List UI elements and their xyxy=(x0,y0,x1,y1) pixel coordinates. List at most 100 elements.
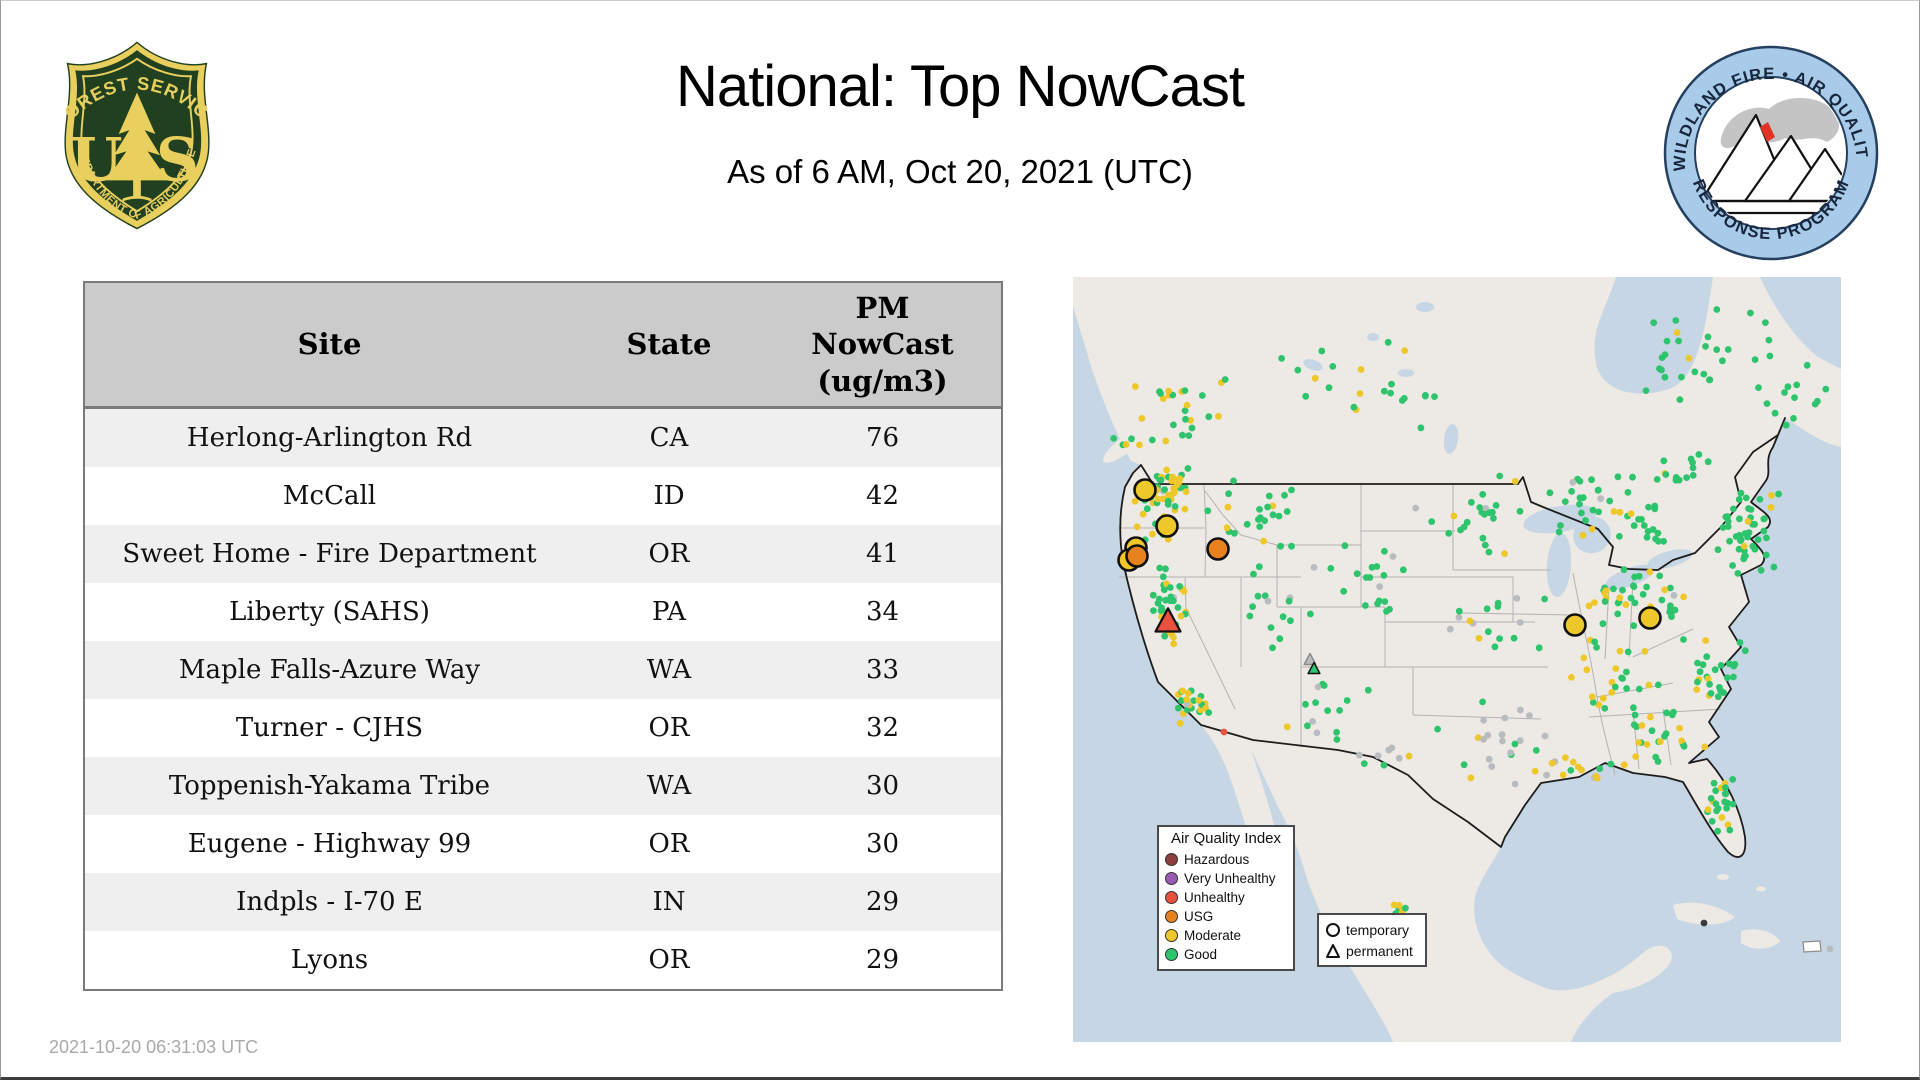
monitor-dot xyxy=(1704,333,1712,341)
state-cell: CA xyxy=(574,407,764,467)
monitor-dot xyxy=(1185,432,1193,439)
aqi-color-dot-icon xyxy=(1165,948,1178,961)
monitor-dot xyxy=(1763,534,1770,542)
monitor-dot xyxy=(1588,525,1596,533)
monitor-dot xyxy=(1176,719,1184,727)
monitor-dot xyxy=(1576,500,1583,508)
monitor-dot xyxy=(1730,673,1737,681)
monitor-dot xyxy=(1510,634,1518,642)
monitor-dot xyxy=(1479,491,1487,498)
monitor-dot xyxy=(1656,572,1664,580)
monitor-dot xyxy=(1775,490,1782,498)
monitor-dot xyxy=(1277,542,1284,550)
monitor-dot xyxy=(1254,592,1262,600)
monitor-dot xyxy=(1782,421,1790,429)
monitor-dot xyxy=(1644,528,1652,535)
monitor-dot xyxy=(1543,771,1550,779)
monitor-dot xyxy=(1166,584,1174,591)
monitor-dot xyxy=(1311,374,1319,382)
monitor-dot xyxy=(1204,507,1212,515)
monitor-dot xyxy=(1629,473,1636,481)
monitor-dot xyxy=(1642,387,1650,394)
monitor-dot xyxy=(1654,529,1662,537)
monitor-dot xyxy=(1467,774,1475,782)
monitor-dot xyxy=(1623,685,1630,692)
monitor-dot xyxy=(1707,795,1715,802)
monitor-dot xyxy=(1249,603,1256,610)
monitor-dot xyxy=(1714,693,1722,701)
monitor-dot xyxy=(1264,597,1272,605)
site-cell: Indpls - I-70 E xyxy=(84,873,574,931)
monitor-dot xyxy=(1702,343,1709,350)
monitor-dot xyxy=(1269,644,1276,652)
monitor-dot xyxy=(1643,533,1651,541)
monitor-dot xyxy=(1507,749,1514,757)
monitor-dot xyxy=(1281,491,1288,499)
monitor-dot xyxy=(1693,686,1701,693)
monitor-dot xyxy=(1156,564,1164,572)
monitor-dot xyxy=(1531,767,1539,775)
monitor-dot xyxy=(1616,533,1623,540)
monitor-dot xyxy=(1283,723,1291,731)
monitor-dot xyxy=(1516,619,1524,626)
monitor-dot xyxy=(1492,502,1500,509)
monitor-dot xyxy=(1174,704,1182,712)
monitor-dot xyxy=(1285,597,1293,605)
monitor-dot xyxy=(1278,355,1285,362)
monitor-dot xyxy=(1341,542,1349,550)
monitor-dot xyxy=(1343,697,1351,704)
monitor-dot xyxy=(1516,507,1524,515)
table-row: Eugene - Highway 99 OR 30 xyxy=(84,815,1002,873)
monitor-dot xyxy=(1640,522,1648,529)
monitor-dot xyxy=(1683,474,1690,481)
monitor-dot xyxy=(1205,413,1213,421)
monitor-dot xyxy=(1643,741,1651,748)
wfaqrp-logo-icon: WILDLAND FIRE • AIR QUALITY RESPONSE PRO… xyxy=(1655,29,1879,261)
monitor-dot xyxy=(1578,509,1585,517)
pm-cell: 41 xyxy=(764,525,1002,583)
monitor-dot xyxy=(1639,591,1647,598)
table-row: Sweet Home - Fire Department OR 41 xyxy=(84,525,1002,583)
monitor-dot xyxy=(1599,694,1607,702)
monitor-dot xyxy=(1264,503,1271,511)
site-cell: Toppenish-Yakama Tribe xyxy=(84,757,574,815)
monitor-dot xyxy=(1576,477,1584,485)
monitor-dot xyxy=(1614,473,1622,481)
monitor-dot xyxy=(1181,387,1189,394)
monitor-dot xyxy=(1131,383,1139,390)
site-cell: Sweet Home - Fire Department xyxy=(84,525,574,583)
monitor-dot xyxy=(1689,471,1697,479)
monitor-dot xyxy=(1654,537,1662,545)
monitor-dot xyxy=(1353,570,1361,578)
monitor-dot xyxy=(1460,761,1468,769)
state-cell: WA xyxy=(574,641,764,699)
monitor-dot xyxy=(1754,536,1762,543)
monitor-dot xyxy=(1548,759,1556,767)
monitor-dot xyxy=(1616,647,1624,655)
monitor-dot xyxy=(1476,504,1484,511)
monitor-dot xyxy=(1751,356,1759,363)
monitor-dot xyxy=(1159,573,1167,581)
monitor-dot xyxy=(1666,608,1674,616)
monitor-dot xyxy=(1501,550,1508,557)
monitor-dot xyxy=(1333,736,1341,743)
monitor-dot xyxy=(1658,596,1666,604)
monitor-dot xyxy=(1623,668,1630,676)
monitor-dot xyxy=(1592,773,1600,780)
site-cell: Maple Falls-Azure Way xyxy=(84,641,574,699)
monitor-dot xyxy=(1656,365,1663,373)
monitor-dot xyxy=(1455,607,1463,615)
pm-cell: 34 xyxy=(764,583,1002,641)
monitor-dot xyxy=(1431,393,1438,400)
monitor-dot xyxy=(1198,392,1206,399)
monitor-dot xyxy=(1383,607,1390,615)
monitor-dot xyxy=(1756,495,1764,503)
monitor-dot xyxy=(1760,527,1768,535)
monitor-dot xyxy=(1726,537,1733,545)
aqi-legend-label: Good xyxy=(1184,947,1218,962)
monitor-dot xyxy=(1717,662,1725,669)
monitor-dot xyxy=(1576,494,1584,502)
monitor-dot xyxy=(1154,599,1162,607)
monitor-dot xyxy=(1661,586,1669,594)
monitor-dot xyxy=(1149,530,1156,538)
